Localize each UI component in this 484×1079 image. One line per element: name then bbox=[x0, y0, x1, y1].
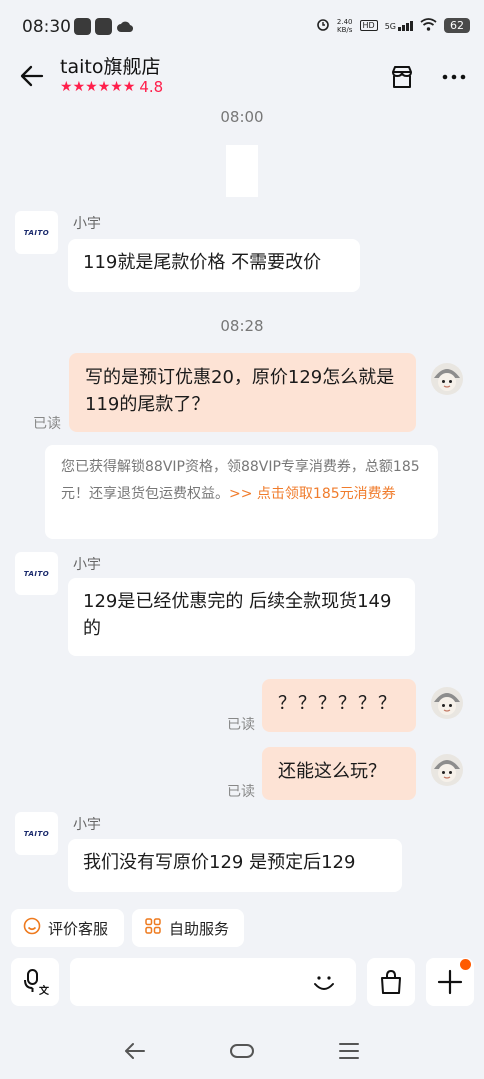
blank-message-card[interactable] bbox=[226, 145, 258, 197]
sender-name: 小宇 bbox=[73, 216, 101, 232]
system-nav-bar bbox=[0, 1030, 484, 1070]
notification-dot bbox=[460, 959, 471, 970]
notification-app-icon bbox=[95, 18, 112, 35]
notification-app-icon bbox=[74, 18, 91, 35]
more-actions-button[interactable] bbox=[426, 958, 474, 1006]
star-icon: ★ bbox=[72, 79, 86, 95]
more-icon[interactable] bbox=[440, 63, 468, 91]
shop-logo: TAITO bbox=[23, 829, 50, 838]
shop-icon[interactable] bbox=[388, 63, 416, 91]
read-status: 已读 bbox=[227, 717, 255, 733]
avatar[interactable]: TAITO bbox=[15, 211, 58, 254]
voice-to-text-label: 文 bbox=[39, 986, 49, 997]
incoming-message[interactable]: 我们没有写原价129 是预定后129 bbox=[68, 839, 402, 892]
avatar[interactable]: TAITO bbox=[15, 812, 58, 855]
rate-service-label: 评价客服 bbox=[48, 919, 109, 938]
timestamp: 08:00 bbox=[220, 108, 264, 126]
plus-icon bbox=[436, 968, 464, 1000]
avatar[interactable]: TAITO bbox=[15, 552, 58, 595]
emoji-icon[interactable] bbox=[310, 968, 338, 996]
incoming-message[interactable]: 119就是尾款价格 不需要改价 bbox=[68, 239, 360, 292]
outgoing-message[interactable]: 写的是预订优惠20，原价129怎么就是119的尾款了？ bbox=[69, 353, 416, 432]
voice-input-button[interactable]: 文 bbox=[11, 958, 59, 1006]
input-bar: 文 bbox=[0, 958, 484, 1006]
star-icon: ★ bbox=[60, 79, 73, 95]
rate-service-button[interactable]: 评价客服 bbox=[11, 909, 124, 947]
star-icon: ★ bbox=[85, 79, 98, 95]
chat-header: taito旗舰店 ★ ★ ★ ★ ★ ★ 4.8 bbox=[0, 48, 484, 104]
signal-icon bbox=[398, 20, 413, 31]
wifi-icon bbox=[420, 17, 437, 34]
outgoing-message[interactable]: ？？？？？？ bbox=[262, 679, 416, 732]
shop-rating: ★ ★ ★ ★ ★ ★ 4.8 bbox=[60, 78, 163, 96]
rating-value: 4.8 bbox=[139, 78, 164, 96]
self-service-button[interactable]: 自助服务 bbox=[132, 909, 244, 947]
shopping-bag-button[interactable] bbox=[367, 958, 415, 1006]
grid-icon bbox=[144, 917, 162, 939]
cloud-icon bbox=[117, 19, 134, 38]
self-service-label: 自助服务 bbox=[169, 919, 230, 938]
smile-face-icon bbox=[23, 917, 41, 939]
nav-home-icon[interactable] bbox=[229, 1038, 255, 1064]
sender-name: 小宇 bbox=[73, 817, 101, 833]
read-status: 已读 bbox=[33, 416, 61, 432]
shop-name[interactable]: taito旗舰店 bbox=[60, 52, 160, 79]
shop-logo: TAITO bbox=[23, 228, 50, 237]
star-icon: ★ bbox=[122, 79, 136, 95]
shopping-bag-icon bbox=[377, 968, 405, 1000]
read-status: 已读 bbox=[227, 784, 255, 800]
outgoing-message[interactable]: 还能这么玩？ bbox=[262, 747, 416, 800]
message-input[interactable] bbox=[70, 958, 356, 1006]
user-avatar[interactable] bbox=[430, 753, 464, 787]
status-time: 08:30 bbox=[22, 17, 71, 37]
alarm-icon bbox=[316, 17, 330, 34]
hd-badge: HD bbox=[359, 20, 378, 31]
status-bar: 08:30 2.40 KB/s HD 5G 62 bbox=[0, 0, 484, 48]
incoming-message[interactable]: 129是已经优惠完的 后续全款现货149的 bbox=[68, 578, 415, 656]
nav-back-icon[interactable] bbox=[122, 1038, 148, 1064]
battery-indicator: 62 bbox=[444, 18, 470, 33]
nav-menu-icon[interactable] bbox=[336, 1038, 362, 1064]
network-indicator: 5G bbox=[385, 20, 413, 31]
user-avatar[interactable] bbox=[430, 362, 464, 396]
coupon-link[interactable]: >> 点击领取185元消费券 bbox=[229, 486, 396, 502]
shop-logo: TAITO bbox=[23, 569, 50, 578]
star-icon: ★ bbox=[97, 79, 111, 95]
star-icon: ★ bbox=[110, 79, 123, 95]
net-speed: 2.40 KB/s bbox=[336, 17, 353, 34]
vip-notice-card[interactable]: 您已获得解锁88VIP资格，领88VIP专享消费券，总额185元！还享退货包运费… bbox=[45, 445, 438, 539]
sender-name: 小宇 bbox=[73, 557, 101, 573]
timestamp: 08:28 bbox=[220, 317, 264, 335]
back-arrow-icon[interactable] bbox=[18, 62, 46, 90]
user-avatar[interactable] bbox=[430, 686, 464, 720]
